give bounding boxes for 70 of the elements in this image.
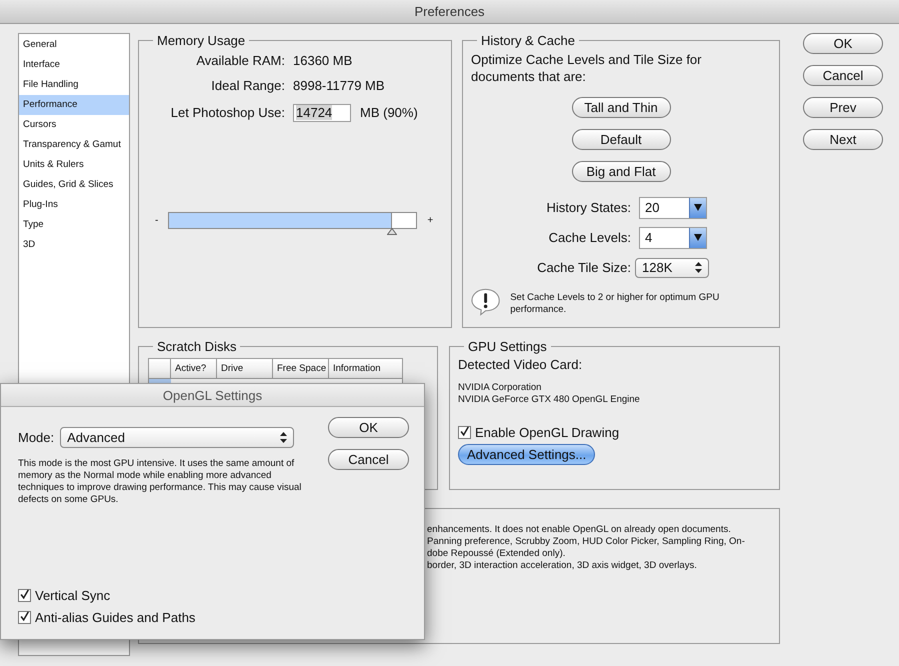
column-header[interactable]: Active?	[171, 359, 217, 378]
description-text: border, 3D interaction acceleration, 3D axis widget, 3D overlays.	[427, 560, 698, 572]
intro-text: Optimize Cache Levels and Tile Size for documents that are:	[471, 51, 702, 85]
checkbox[interactable]	[18, 610, 31, 624]
sidebar-item[interactable]: 3D	[19, 235, 129, 255]
sidebar-item[interactable]: File Handling	[19, 75, 129, 95]
dialog-button[interactable]: OK	[803, 33, 883, 54]
field-label: Mode:	[18, 430, 54, 445]
combo-box[interactable]: 20	[639, 196, 707, 218]
field-label: Ideal Range:	[210, 78, 286, 93]
field-label: Let Photoshop Use:	[170, 105, 286, 120]
checkbox[interactable]	[18, 588, 31, 602]
sidebar-item[interactable]: Guides, Grid & Slices	[19, 175, 129, 195]
field-label: History States:	[545, 200, 632, 215]
plus-label: +	[427, 214, 434, 228]
sidebar-item[interactable]: Interface	[19, 55, 129, 75]
sidebar-item[interactable]: Performance	[19, 95, 129, 115]
sidebar-item[interactable]: Plug-Ins	[19, 195, 129, 215]
up-down-arrows-icon	[280, 432, 288, 443]
field-label: Cache Tile Size:	[536, 260, 632, 275]
minus-label: -	[155, 214, 158, 228]
dialog-button[interactable]: Prev	[803, 97, 883, 118]
panel-title: GPU Settings	[467, 339, 548, 354]
sidebar-item[interactable]: Cursors	[19, 115, 129, 135]
description-text: Panning preference, Scrubby Zoom, HUD Color Picker, Sampling Ring, On-	[427, 536, 746, 548]
dialog-button[interactable]: OK	[328, 417, 409, 438]
video-card-text: NVIDIA GeForce GTX 480 OpenGL Engine	[458, 394, 641, 406]
up-down-arrows-icon	[695, 262, 702, 273]
column-header[interactable]: Drive	[217, 359, 273, 378]
dialog-button[interactable]: Cancel	[328, 449, 409, 470]
description-text: dobe Repoussé (Extended only).	[427, 548, 566, 560]
preset-button[interactable]: Big and Flat	[572, 161, 670, 182]
field-label: Cache Levels:	[548, 230, 632, 245]
dropdown-arrow-icon	[694, 234, 702, 241]
field-value: 16360 MB	[293, 53, 352, 68]
checkbox-label: Anti-alias Guides and Paths	[35, 610, 196, 624]
checkbox-label: Vertical Sync	[35, 588, 110, 602]
checkbox-label: Enable OpenGL Drawing	[475, 424, 620, 440]
panel-title: History & Cache	[480, 33, 576, 48]
sidebar-item[interactable]: Type	[19, 215, 129, 235]
video-card-text: NVIDIA Corporation	[458, 382, 542, 394]
sidebar-item[interactable]: Units & Rulers	[19, 155, 129, 175]
slider-track[interactable]	[168, 212, 418, 229]
column-header[interactable]: Information	[329, 359, 401, 378]
dialog-button[interactable]: Cancel	[803, 65, 883, 86]
mode-popup-menu[interactable]: Advanced	[60, 427, 294, 448]
dropdown-arrow-icon	[694, 204, 702, 211]
mode-description: This mode is the most GPU intensive. It uses the same amount of memory as the Normal mode while enabling more advanced techniques to improve drawing performance. This may cause visual defects on some GPUs.	[18, 458, 302, 506]
dialog-button[interactable]: Next	[803, 129, 883, 150]
advanced-settings-button[interactable]: Advanced Settings...	[458, 444, 596, 465]
preset-button[interactable]: Default	[572, 129, 670, 150]
warning-icon	[471, 288, 500, 316]
unit-label: MB (90%)	[360, 105, 418, 120]
sidebar-item[interactable]: General	[19, 35, 129, 55]
window-title: Preferences	[414, 4, 485, 19]
detected-card-label: Detected Video Card:	[458, 357, 584, 372]
dialog-title: OpenGL Settings	[162, 388, 262, 402]
panel-title: Memory Usage	[156, 33, 246, 48]
popup-menu[interactable]: 128K	[635, 258, 709, 278]
preset-button[interactable]: Tall and Thin	[572, 97, 670, 118]
column-header[interactable]: Free Space	[273, 359, 329, 378]
panel-title: Scratch Disks	[156, 339, 238, 354]
field-label: Available RAM:	[195, 53, 286, 68]
field-value: 8998-11779 MB	[293, 78, 385, 93]
checkbox[interactable]	[458, 426, 471, 438]
notice-text: Set Cache Levels to 2 or higher for optimum GPU performance.	[510, 292, 720, 316]
input-field[interactable]: 14724	[293, 104, 351, 122]
combo-box[interactable]: 4	[639, 226, 707, 248]
description-text: enhancements. It does not enable OpenGL on already open documents.	[427, 524, 732, 536]
sidebar-item[interactable]: Transparency & Gamut	[19, 135, 129, 155]
